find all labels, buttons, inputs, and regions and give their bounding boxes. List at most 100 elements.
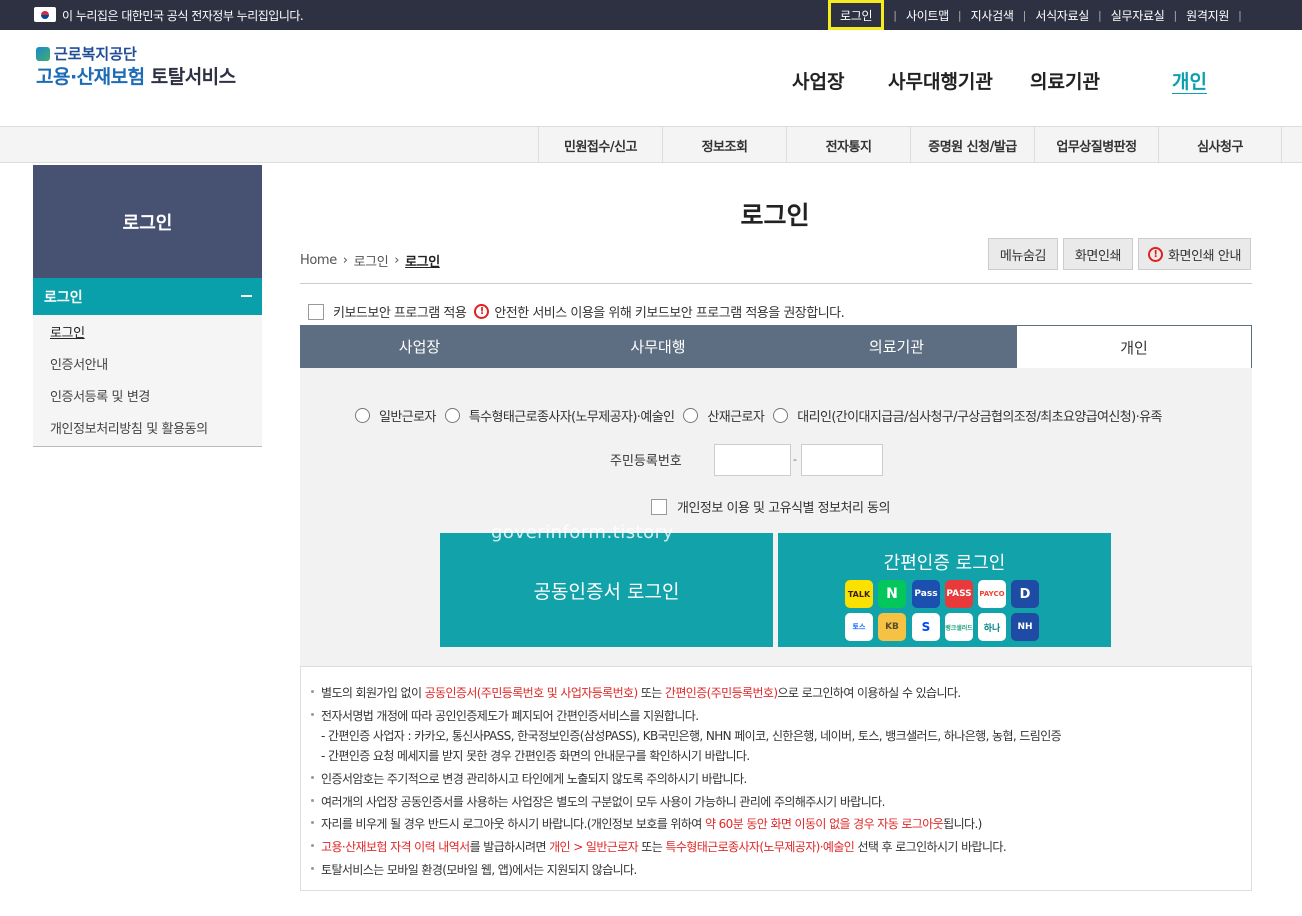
notice-item: 고용·산재보험 자격 이력 내역서를 발급하시려면 개인 > 일반근로자 또는 … <box>311 838 1007 855</box>
comwel-logo-icon <box>36 46 50 61</box>
print-guide-label: 화면인쇄 안내 <box>1167 248 1242 264</box>
notice-sub-item: - 간편인증 사업자 : 카카오, 통신사PASS, 한국정보인증(삼성PASS… <box>321 729 1062 743</box>
notice-item: 여러개의 사업장 공동인증서를 사용하는 사업장은 별도의 구분없이 모두 사용… <box>311 793 885 810</box>
radio-agent[interactable] <box>773 408 789 423</box>
sidebar-list: 로그인 인증서안내 인증서등록 및 변경 개인정보처리방침 및 활용동의 <box>33 315 262 447</box>
notice-item: 별도의 회원가입 없이 공동인증서(주민등록번호 및 사업자등록번호) 또는 간… <box>311 684 961 701</box>
korea-flag-icon <box>34 7 56 22</box>
util-branch-search-link[interactable]: 지사검색 <box>971 7 1014 24</box>
login-notice-box: 별도의 회원가입 없이 공동인증서(주민등록번호 및 사업자등록번호) 또는 간… <box>300 666 1252 891</box>
easy-login-button[interactable]: 간편인증 로그인 TALK N Pass PASS PAYCO D 토스 KB … <box>778 533 1111 647</box>
logo-blue-text: 고용·산재보험 <box>36 66 145 88</box>
sidebar-item-cert-guide[interactable]: 인증서안내 <box>33 347 262 379</box>
payco-icon: PAYCO <box>978 580 1006 608</box>
radio-label: 대리인(간이대지급금/심사청구/구상금협의조정/최초요양급여신청)·유족 <box>797 410 1162 425</box>
radio-label: 특수형태근로종사자(노무제공자)·예술인 <box>468 410 675 425</box>
logo-org-name: 근로복지공단 <box>54 45 137 63</box>
gnb-agency[interactable]: 사무대행기관 <box>888 67 993 94</box>
sidebar-section-label: 로그인 <box>44 289 83 306</box>
breadcrumb-current[interactable]: 로그인 <box>405 251 440 270</box>
separator: | <box>957 8 962 22</box>
chevron-right-icon: › <box>342 253 348 268</box>
subnav-e-notice[interactable]: 전자통지 <box>786 127 910 163</box>
warning-icon: ! <box>1147 246 1163 262</box>
watermark: goverinform.tistory <box>491 522 674 543</box>
sidebar-item-cert-register[interactable]: 인증서등록 및 변경 <box>33 379 262 411</box>
gnb-business[interactable]: 사업장 <box>792 67 844 94</box>
utility-links: 로그인 | 사이트맵 | 지사검색 | 서식자료실 | 실무자료실 | 원격지원… <box>828 0 1251 30</box>
notice-item: 전자서명법 개정에 따라 공인인증제도가 폐지되어 간편인증서비스를 지원합니다… <box>311 707 699 724</box>
rrn-front-input[interactable] <box>714 444 791 476</box>
keyboard-security-checkbox[interactable] <box>308 303 324 320</box>
notice-item: 자리를 비우게 될 경우 반드시 로그아웃 하시기 바랍니다.(개인정보 보호를… <box>311 815 982 832</box>
dream-cert-icon: D <box>1011 580 1039 608</box>
gnb-medical[interactable]: 의료기관 <box>1030 67 1100 94</box>
divider <box>300 283 1252 284</box>
sidebar-section-login[interactable]: 로그인 <box>33 278 262 315</box>
shinhan-icon: S <box>912 613 940 641</box>
kb-icon: KB <box>878 613 906 641</box>
user-type-radio-group: 일반근로자 특수형태근로종사자(노무제공자)·예술인 산재근로자 대리인(간이대… <box>355 406 1171 425</box>
subnav-review-request[interactable]: 심사청구 <box>1158 127 1282 163</box>
nh-icon: NH <box>1011 613 1039 641</box>
rrn-label: 주민등록번호 <box>610 454 682 469</box>
notice-item: 토탈서비스는 모바일 환경(모바일 웹, 앱)에서는 지원되지 않습니다. <box>311 861 637 878</box>
toss-icon: 토스 <box>845 613 873 641</box>
subnav-civil-petition[interactable]: 민원접수/신고 <box>538 127 662 163</box>
print-guide-button[interactable]: ! 화면인쇄 안내 <box>1138 238 1251 270</box>
rrn-dash: - <box>793 453 797 466</box>
separator: | <box>1098 8 1102 22</box>
tab-agency-label: 사무대행 <box>630 338 686 356</box>
collapse-minus-icon[interactable] <box>241 295 252 297</box>
tab-business-label: 사업장 <box>398 338 441 356</box>
subnav-info-inquiry[interactable]: 정보조회 <box>662 127 786 163</box>
page-title: 로그인 <box>740 201 810 230</box>
radio-general-worker[interactable] <box>355 408 370 423</box>
print-button[interactable]: 화면인쇄 <box>1063 238 1133 270</box>
privacy-agree-row: 개인정보 이용 및 고유식별 정보처리 동의 <box>651 497 890 516</box>
comwel-logo[interactable]: 근로복지공단 <box>36 43 137 64</box>
keyboard-security-label: 키보드보안 프로그램 적용 <box>333 306 467 321</box>
util-forms-link[interactable]: 서식자료실 <box>1035 7 1089 24</box>
cert-login-label: 공동인증서 로그인 <box>533 580 680 603</box>
util-login-link[interactable]: 로그인 <box>840 7 873 24</box>
radio-special-worker[interactable] <box>444 408 460 423</box>
login-link-highlight[interactable]: 로그인 <box>828 0 885 30</box>
keyboard-security-notice: 안전한 서비스 이용을 위해 키보드보안 프로그램 적용을 권장합니다. <box>494 306 845 321</box>
cert-login-button[interactable]: 공동인증서 로그인 <box>440 533 773 647</box>
sidebar-item-privacy-policy[interactable]: 개인정보처리방침 및 활용동의 <box>33 411 262 443</box>
sidebar-title: 로그인 <box>33 165 262 278</box>
kakao-icon: TALK <box>845 580 873 608</box>
util-practice-link[interactable]: 실무자료실 <box>1111 7 1165 24</box>
privacy-agree-checkbox[interactable] <box>651 498 667 515</box>
tab-business[interactable]: 사업장 <box>300 325 539 368</box>
logo-dark-text: 토탈서비스 <box>150 66 236 88</box>
radio-label: 일반근로자 <box>379 410 436 425</box>
breadcrumb-login[interactable]: 로그인 <box>354 251 389 270</box>
util-remote-support-link[interactable]: 원격지원 <box>1186 7 1229 24</box>
radio-label: 산재근로자 <box>707 410 765 425</box>
banksalad-icon: 뱅크샐러드 <box>945 613 973 641</box>
notice-item: 인증서암호는 주기적으로 변경 관리하시고 타인에게 노출되지 않도록 주의하시… <box>311 770 747 787</box>
keyboard-security-row: 키보드보안 프로그램 적용 ! 안전한 서비스 이용을 위해 키보드보안 프로그… <box>308 302 845 321</box>
tab-agency[interactable]: 사무대행 <box>539 325 777 368</box>
tab-personal[interactable]: 개인 <box>1016 325 1252 368</box>
hide-menu-button[interactable]: 메뉴숨김 <box>988 238 1058 270</box>
gov-banner-text: 이 누리집은 대한민국 공식 전자정부 누리집입니다. <box>62 9 304 23</box>
sidebar-item-login[interactable]: 로그인 <box>33 315 262 347</box>
util-sitemap-link[interactable]: 사이트맵 <box>906 7 949 24</box>
separator: | <box>1173 8 1178 22</box>
breadcrumb: Home › 로그인 › 로그인 <box>300 251 440 270</box>
tab-medical-label: 의료기관 <box>868 338 925 356</box>
gnb-personal[interactable]: 개인 <box>1172 67 1207 94</box>
breadcrumb-home[interactable]: Home <box>300 253 337 268</box>
chevron-right-icon: › <box>394 253 400 268</box>
sub-navigation: 민원접수/신고 정보조회 전자통지 증명원 신청/발급 업무상질병판정 심사청구 <box>0 126 1302 163</box>
separator: | <box>1022 8 1027 22</box>
tab-medical[interactable]: 의료기관 <box>777 325 1016 368</box>
rrn-back-input[interactable] <box>801 444 883 476</box>
subnav-certificate[interactable]: 증명원 신청/발급 <box>910 127 1034 163</box>
site-logo-title[interactable]: 고용·산재보험 토탈서비스 <box>36 62 236 89</box>
subnav-disease-judgment[interactable]: 업무상질병판정 <box>1034 127 1158 163</box>
radio-injured-worker[interactable] <box>683 408 699 423</box>
